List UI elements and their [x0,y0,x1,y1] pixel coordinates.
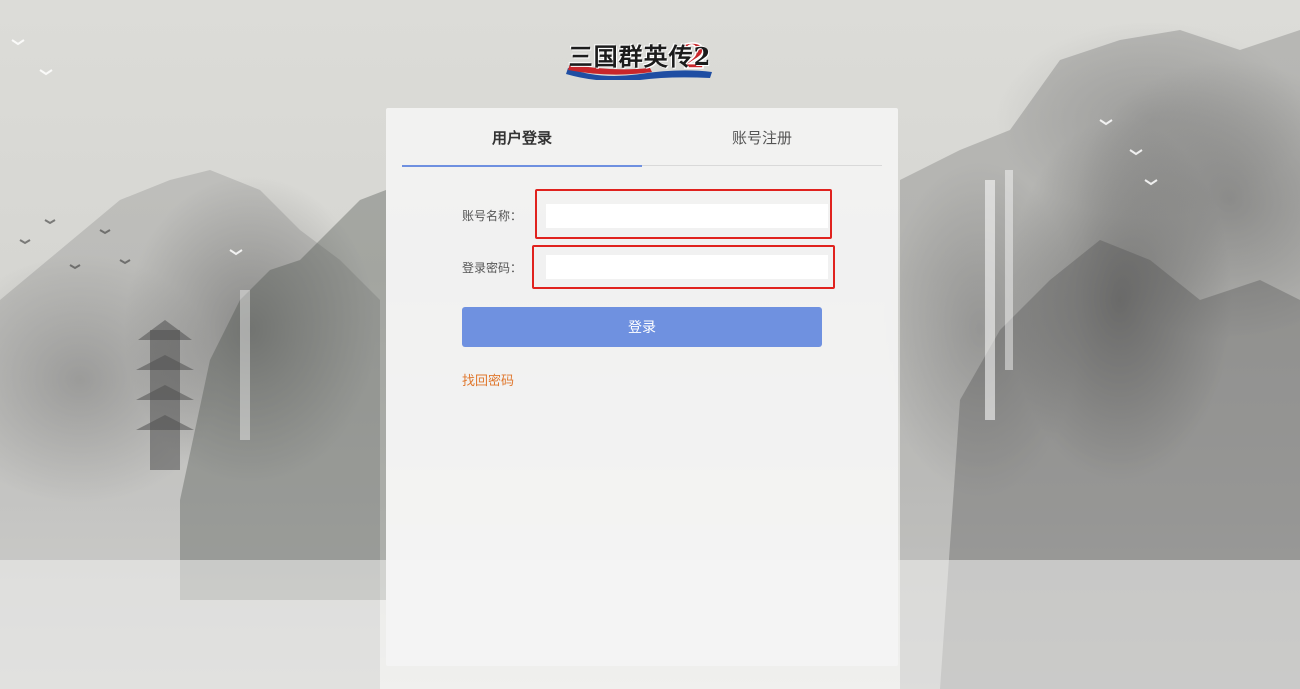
login-panel: 用户登录 账号注册 账号名称： 登录密码： 登录 找回密码 [386,108,898,666]
tab-user-login[interactable]: 用户登录 [402,108,642,167]
username-label: 账号名称： [461,209,522,223]
tab-register[interactable]: 账号注册 [642,108,882,166]
tab-register-label: 账号注册 [731,128,792,147]
game-logo: 2 三国群英传2 [560,28,720,80]
username-highlight-box [535,189,832,239]
login-button[interactable]: 登录 [462,307,822,347]
forgot-password-link[interactable]: 找回密码 [462,370,514,389]
logo-title: 三国群英传2 [568,41,712,71]
password-label: 登录密码： [461,261,522,275]
tab-user-login-label: 用户登录 [491,128,552,147]
password-highlight-box [532,245,835,289]
tab-bar: 用户登录 账号注册 [402,108,882,167]
